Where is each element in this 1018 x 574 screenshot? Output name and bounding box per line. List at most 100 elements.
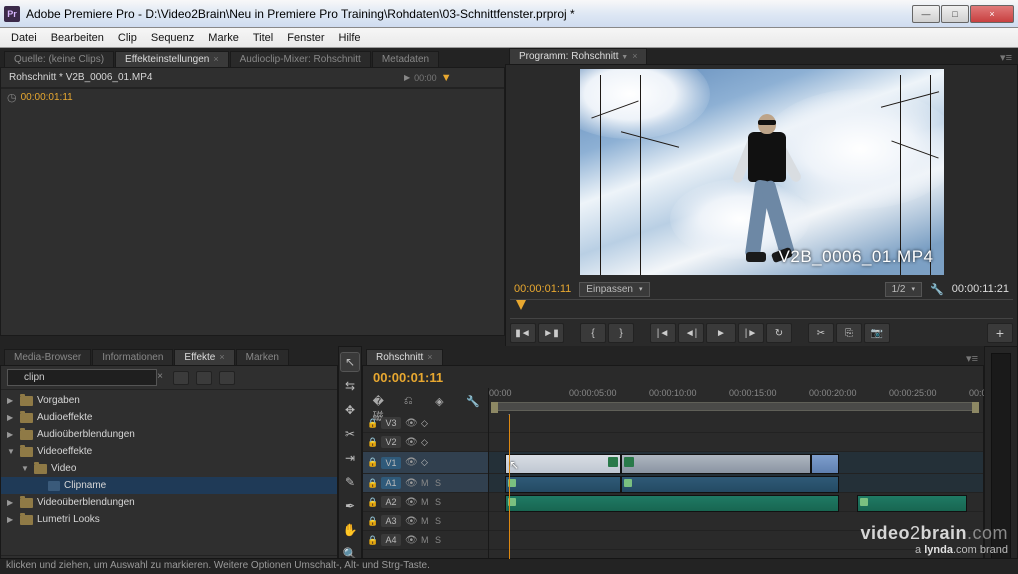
stopwatch-icon[interactable]: ◷ xyxy=(7,91,17,104)
goto-in-button[interactable]: |◄ xyxy=(650,323,676,343)
tree-item[interactable]: ▼Videoeffekte xyxy=(1,443,337,460)
tree-item[interactable]: ▶Vorgaben xyxy=(1,392,337,409)
pen-tool[interactable]: ✎ xyxy=(341,473,359,491)
hand-tool[interactable]: ✋ xyxy=(341,521,359,539)
timeline-track-area[interactable]: ↖ xyxy=(489,414,983,559)
lock-icon[interactable]: 🔒 xyxy=(367,478,377,489)
tab-source[interactable]: Quelle: (keine Clips) xyxy=(4,51,114,67)
tab-program[interactable]: Programm: Rohschnitt ▼× xyxy=(509,48,647,64)
timeline-clip[interactable] xyxy=(621,476,839,493)
effects-search-input[interactable] xyxy=(7,369,157,386)
mark-in-button[interactable]: ▮◄ xyxy=(510,323,536,343)
timeline-clip[interactable] xyxy=(505,476,621,493)
clear-search-icon[interactable]: × xyxy=(157,371,163,382)
track-header-v2[interactable]: 🔒V2👁◇ xyxy=(363,433,488,452)
lock-icon[interactable]: 🔒 xyxy=(367,418,377,429)
selection-tool[interactable]: ↖ xyxy=(341,353,359,371)
program-timecode-in[interactable]: 00:00:01:11 xyxy=(514,283,571,295)
disclosure-icon[interactable]: ▶ xyxy=(7,498,16,507)
close-icon[interactable]: × xyxy=(219,352,224,362)
disclosure-icon[interactable]: ▶ xyxy=(7,515,16,524)
disclosure-icon[interactable]: ▶ xyxy=(7,396,16,405)
fx-badge-32bit-icon[interactable] xyxy=(196,371,212,385)
timeline-clip[interactable] xyxy=(857,495,967,512)
eye-icon[interactable]: 👁 xyxy=(405,497,417,508)
lock-icon[interactable]: 🔒 xyxy=(367,535,377,546)
eye-icon[interactable]: 👁 xyxy=(405,535,417,546)
add-button[interactable]: + xyxy=(987,323,1013,343)
step-back-button[interactable]: ◄| xyxy=(678,323,704,343)
menu-titel[interactable]: Titel xyxy=(246,32,280,44)
eye-icon[interactable]: 👁 xyxy=(405,478,417,489)
close-icon[interactable]: × xyxy=(632,51,637,61)
menu-hilfe[interactable]: Hilfe xyxy=(332,32,368,44)
disclosure-icon[interactable]: ▼ xyxy=(21,464,30,473)
tree-item[interactable]: ▶Lumetri Looks xyxy=(1,511,337,528)
tree-item[interactable]: ▶Audioüberblendungen xyxy=(1,426,337,443)
timeline-clip[interactable] xyxy=(811,454,839,474)
track-header-a2[interactable]: 🔒A2👁M S xyxy=(363,493,488,512)
lift-button[interactable]: ✂ xyxy=(808,323,834,343)
ripple-edit-tool[interactable]: ✥ xyxy=(341,401,359,419)
mark-out-button[interactable]: ►▮ xyxy=(538,323,564,343)
marker-icon[interactable]: ◈ xyxy=(435,395,447,407)
program-fit-dropdown[interactable]: Einpassen xyxy=(579,282,649,297)
playhead-icon[interactable]: ▼ xyxy=(441,72,452,84)
track-header-a4[interactable]: 🔒A4👁M S xyxy=(363,531,488,550)
program-mini-ruler[interactable] xyxy=(510,299,1013,319)
tree-item[interactable]: ▶Audioeffekte xyxy=(1,409,337,426)
track-select-tool[interactable]: ⇆ xyxy=(341,377,359,395)
work-area-bar[interactable] xyxy=(491,402,979,411)
link-icon[interactable]: ⎌ xyxy=(404,395,416,407)
tab-effects[interactable]: Effekte× xyxy=(174,349,234,365)
snap-icon[interactable]: �磁 xyxy=(373,395,385,407)
disclosure-icon[interactable]: ▼ xyxy=(7,447,16,456)
menu-sequenz[interactable]: Sequenz xyxy=(144,32,201,44)
timeline-playhead[interactable] xyxy=(509,414,510,559)
track-header-a3[interactable]: 🔒A3👁M S xyxy=(363,512,488,531)
timeline-clip[interactable] xyxy=(621,454,811,474)
timeline-clip[interactable] xyxy=(505,454,621,474)
effects-tree[interactable]: ▶Vorgaben▶Audioeffekte▶Audioüberblendung… xyxy=(1,390,337,555)
tab-audio-mixer[interactable]: Audioclip-Mixer: Rohschnitt xyxy=(230,51,371,67)
window-maximize-button[interactable]: □ xyxy=(941,5,969,23)
set-out-button[interactable]: } xyxy=(608,323,634,343)
playhead-icon[interactable] xyxy=(516,300,526,310)
lock-icon[interactable]: 🔒 xyxy=(367,457,377,468)
tab-info[interactable]: Informationen xyxy=(92,349,173,365)
tab-metadata[interactable]: Metadaten xyxy=(372,51,439,67)
play-button[interactable]: ► xyxy=(706,323,736,343)
wrench-icon[interactable]: 🔧 xyxy=(930,283,944,296)
eye-icon[interactable]: 👁 xyxy=(405,457,417,468)
eye-icon[interactable]: 👁 xyxy=(405,418,417,429)
razor-tool[interactable]: ✂ xyxy=(341,425,359,443)
lock-icon[interactable]: 🔒 xyxy=(367,516,377,527)
tab-effect-controls[interactable]: Effekteinstellungen× xyxy=(115,51,229,67)
menu-clip[interactable]: Clip xyxy=(111,32,144,44)
tree-item[interactable]: Clipname xyxy=(1,477,337,494)
window-minimize-button[interactable]: — xyxy=(912,5,940,23)
wrench-icon[interactable]: 🔧 xyxy=(466,395,478,407)
slip-tool[interactable]: ⇥ xyxy=(341,449,359,467)
goto-out-button[interactable]: ↻ xyxy=(766,323,792,343)
menu-datei[interactable]: Datei xyxy=(4,32,44,44)
timeline-timecode[interactable]: 00:00:01:11 xyxy=(373,370,443,385)
rate-stretch-tool[interactable]: ✒ xyxy=(341,497,359,515)
panel-menu-icon[interactable]: ▾≡ xyxy=(960,352,984,365)
tab-markers[interactable]: Marken xyxy=(236,349,289,365)
track-header-a1[interactable]: 🔒A1👁M S xyxy=(363,474,488,493)
track-header-v1[interactable]: 🔒V1👁◇ xyxy=(363,452,488,474)
menu-fenster[interactable]: Fenster xyxy=(280,32,331,44)
step-forward-button[interactable]: |► xyxy=(738,323,764,343)
menu-marke[interactable]: Marke xyxy=(201,32,246,44)
program-zoom-dropdown[interactable]: 1/2 xyxy=(885,282,922,297)
extract-button[interactable]: ⎘ xyxy=(836,323,862,343)
tree-item[interactable]: ▶Videoüberblendungen xyxy=(1,494,337,511)
fx-badge-accel-icon[interactable] xyxy=(173,371,189,385)
window-close-button[interactable]: × xyxy=(970,5,1014,23)
lock-icon[interactable]: 🔒 xyxy=(367,437,377,448)
disclosure-icon[interactable]: ▶ xyxy=(7,430,16,439)
timeline-clip[interactable] xyxy=(505,495,839,512)
close-icon[interactable]: × xyxy=(213,54,218,64)
menu-bearbeiten[interactable]: Bearbeiten xyxy=(44,32,111,44)
